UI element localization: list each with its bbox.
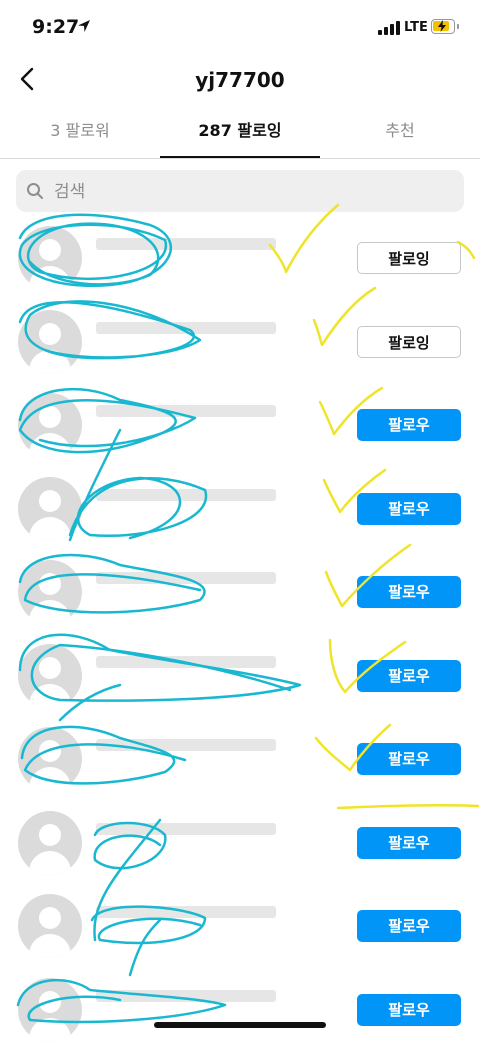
username-redacted[interactable] [96, 823, 276, 835]
username-redacted[interactable] [96, 489, 276, 501]
avatar[interactable] [18, 644, 82, 708]
username-redacted[interactable] [96, 405, 276, 417]
list-item[interactable]: 팔로우 [0, 884, 480, 968]
avatar[interactable] [18, 393, 82, 457]
list-item[interactable]: 팔로잉 [0, 300, 480, 384]
search-input[interactable] [52, 170, 456, 214]
location-arrow-icon [76, 18, 92, 34]
follow-button[interactable]: 팔로우 [357, 576, 461, 608]
list-item[interactable]: 팔로잉 [0, 216, 480, 300]
tab-bar: 3 팔로워 287 팔로잉 추천 [0, 108, 480, 159]
username-redacted[interactable] [96, 990, 276, 1002]
avatar[interactable] [18, 727, 82, 791]
follow-button[interactable]: 팔로우 [357, 827, 461, 859]
following-button[interactable]: 팔로잉 [357, 242, 461, 274]
list-item[interactable]: 팔로우 [0, 968, 480, 1051]
battery-icon [431, 19, 455, 34]
following-button[interactable]: 팔로잉 [357, 326, 461, 358]
username-redacted[interactable] [96, 238, 276, 250]
page-title: yj77700 [0, 68, 480, 92]
status-time: 9:27 [32, 16, 79, 38]
home-indicator [154, 1022, 326, 1028]
avatar[interactable] [18, 811, 82, 875]
list-item[interactable]: 팔로우 [0, 801, 480, 885]
list-item[interactable]: 팔로우 [0, 467, 480, 551]
avatar[interactable] [18, 477, 82, 541]
list-item[interactable]: 팔로우 [0, 383, 480, 467]
follow-button[interactable]: 팔로우 [357, 910, 461, 942]
network-label: LTE [404, 20, 428, 35]
avatar[interactable] [18, 894, 82, 958]
following-list: 팔로잉 팔로잉 팔로우 팔로우 팔로우 팔로우 팔로우 팔로우 팔로우 [0, 216, 480, 1051]
tab-followers[interactable]: 3 팔로워 [0, 108, 160, 156]
follow-button[interactable]: 팔로우 [357, 493, 461, 525]
avatar[interactable] [18, 310, 82, 374]
username-redacted[interactable] [96, 572, 276, 584]
search-bar[interactable] [16, 170, 464, 212]
follow-button[interactable]: 팔로우 [357, 994, 461, 1026]
list-item[interactable]: 팔로우 [0, 634, 480, 718]
follow-button[interactable]: 팔로우 [357, 409, 461, 441]
list-item[interactable]: 팔로우 [0, 717, 480, 801]
username-redacted[interactable] [96, 739, 276, 751]
username-redacted[interactable] [96, 656, 276, 668]
signal-icon [378, 21, 402, 35]
follow-button[interactable]: 팔로우 [357, 660, 461, 692]
username-redacted[interactable] [96, 906, 276, 918]
avatar[interactable] [18, 978, 82, 1042]
username-redacted[interactable] [96, 322, 276, 334]
avatar[interactable] [18, 560, 82, 624]
avatar[interactable] [18, 226, 82, 290]
tab-following[interactable]: 287 팔로잉 [160, 108, 320, 158]
status-bar: 9:27 LTE [0, 0, 480, 56]
follow-button[interactable]: 팔로우 [357, 743, 461, 775]
list-item[interactable]: 팔로우 [0, 550, 480, 634]
nav-bar: yj77700 [0, 56, 480, 106]
search-icon [26, 182, 44, 200]
tab-suggested[interactable]: 추천 [320, 108, 480, 156]
